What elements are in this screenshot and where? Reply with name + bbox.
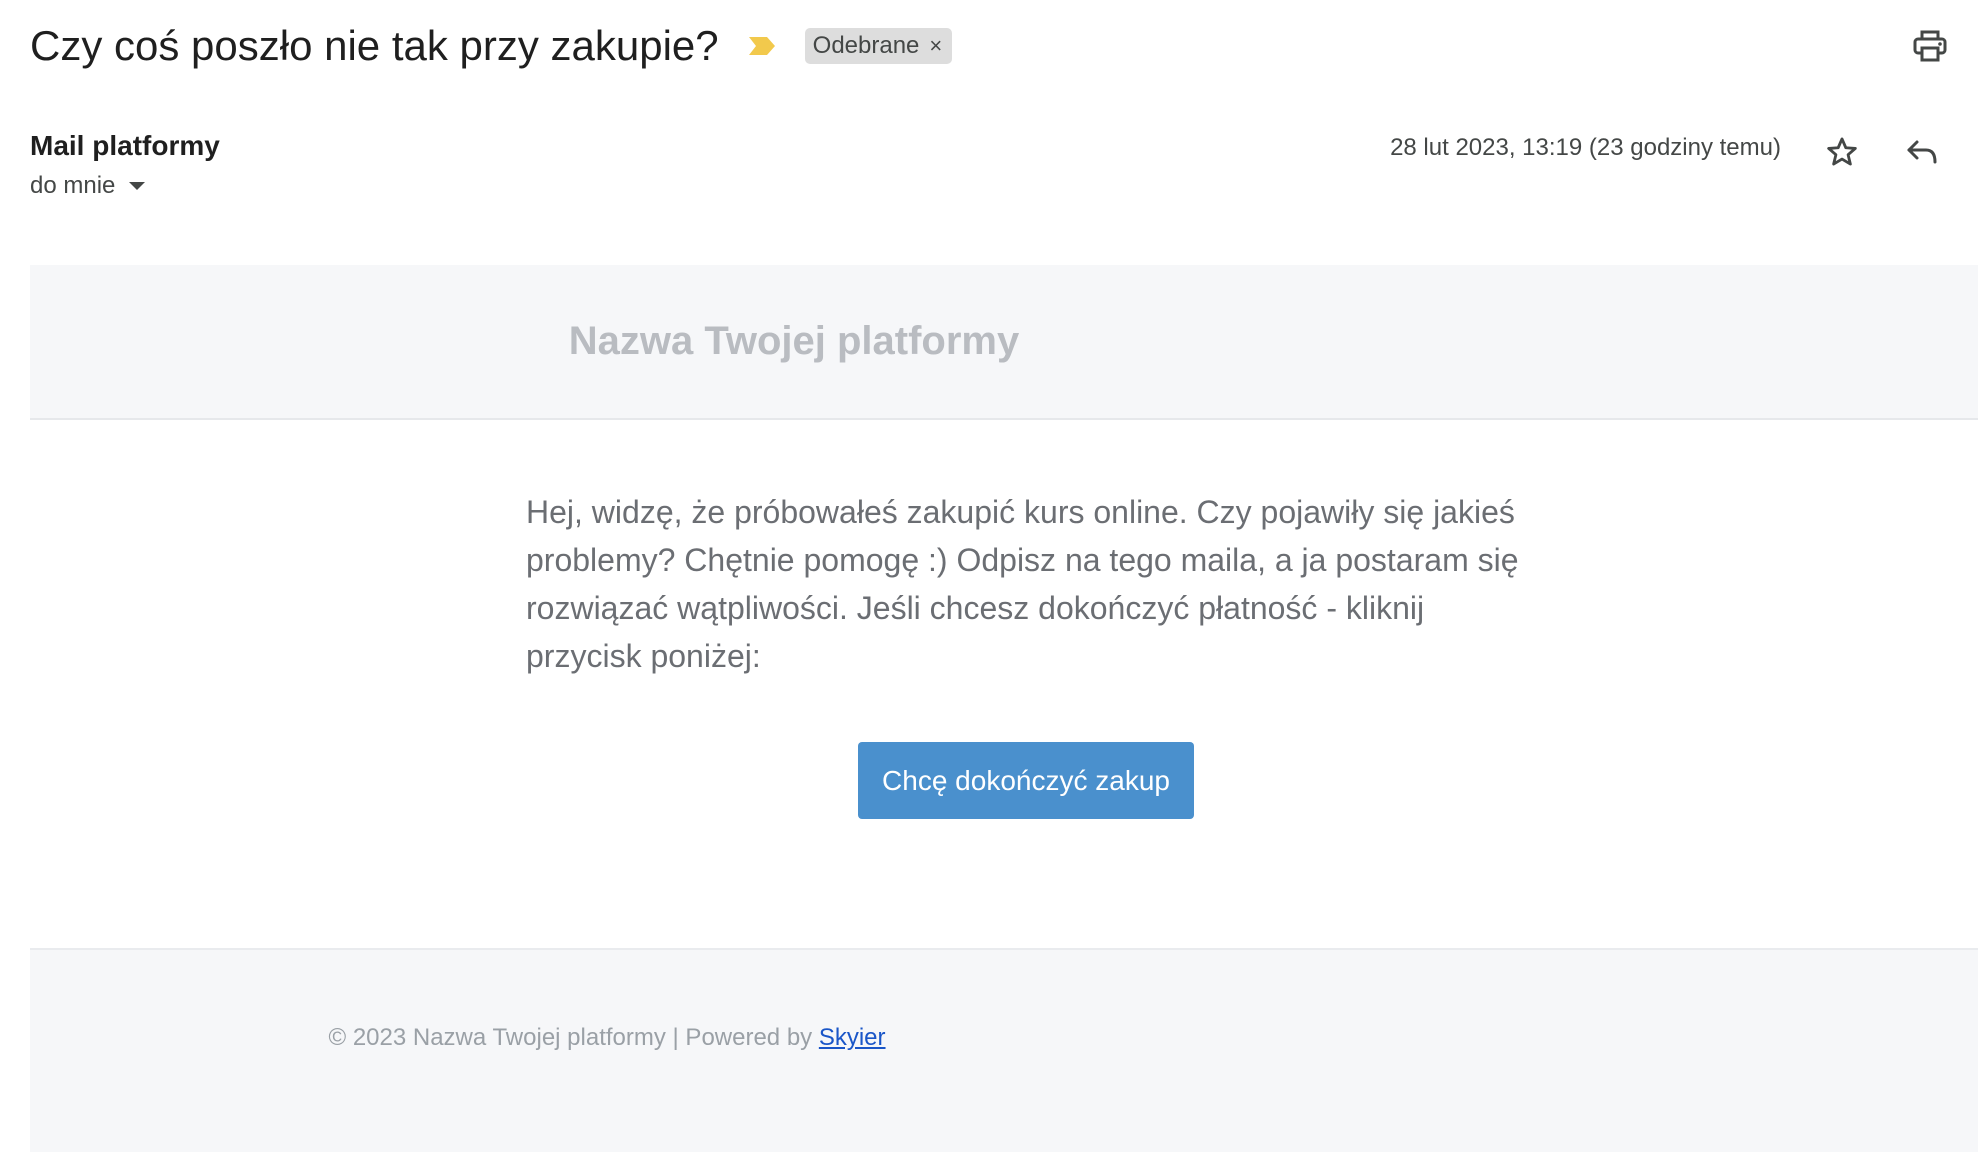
importance-marker-icon[interactable] — [747, 35, 777, 57]
email-subject: Czy coś poszło nie tak przy zakupie? — [30, 22, 719, 69]
remove-label-icon[interactable]: × — [929, 35, 942, 57]
brand-title: Nazwa Twojej platformy — [568, 319, 1020, 363]
footer-text: © 2023 Nazwa Twojej platformy | Powered … — [0, 1024, 1604, 1052]
reply-icon — [1907, 140, 1937, 164]
subject-row: Czy coś poszło nie tak przy zakupie? Ode… — [30, 16, 953, 76]
footer-link-skyier[interactable]: Skyier — [819, 1024, 886, 1051]
label-chip-text: Odebrane — [812, 32, 920, 59]
print-icon — [1913, 30, 1947, 62]
message-date: 28 lut 2023, 13:19 (23 godziny temu) — [1390, 134, 1781, 161]
star-icon — [1827, 137, 1857, 166]
chevron-down-icon[interactable] — [129, 182, 146, 190]
footer-copyright: © 2023 Nazwa Twojej platformy | Powered … — [328, 1024, 819, 1051]
email-view: Czy coś poszło nie tak przy zakupie? Ode… — [0, 0, 1978, 1168]
recipient-label: do mnie — [30, 172, 116, 199]
star-button[interactable] — [1822, 132, 1862, 172]
sender-name[interactable]: Mail platformy — [30, 130, 220, 162]
print-button[interactable] — [1908, 26, 1952, 66]
label-chip-inbox: Odebrane × — [804, 28, 953, 64]
complete-purchase-button[interactable]: Chcę dokończyć zakup — [858, 742, 1194, 819]
email-brand-header: Nazwa Twojej platformy — [30, 265, 1978, 420]
email-body-text: Hej, widzę, że próbowałeś zakupić kurs o… — [526, 494, 1519, 674]
recipient-details-toggle[interactable]: do mnie — [30, 172, 146, 200]
email-footer: © 2023 Nazwa Twojej platformy | Powered … — [30, 948, 1978, 1152]
reply-button[interactable] — [1902, 132, 1942, 172]
